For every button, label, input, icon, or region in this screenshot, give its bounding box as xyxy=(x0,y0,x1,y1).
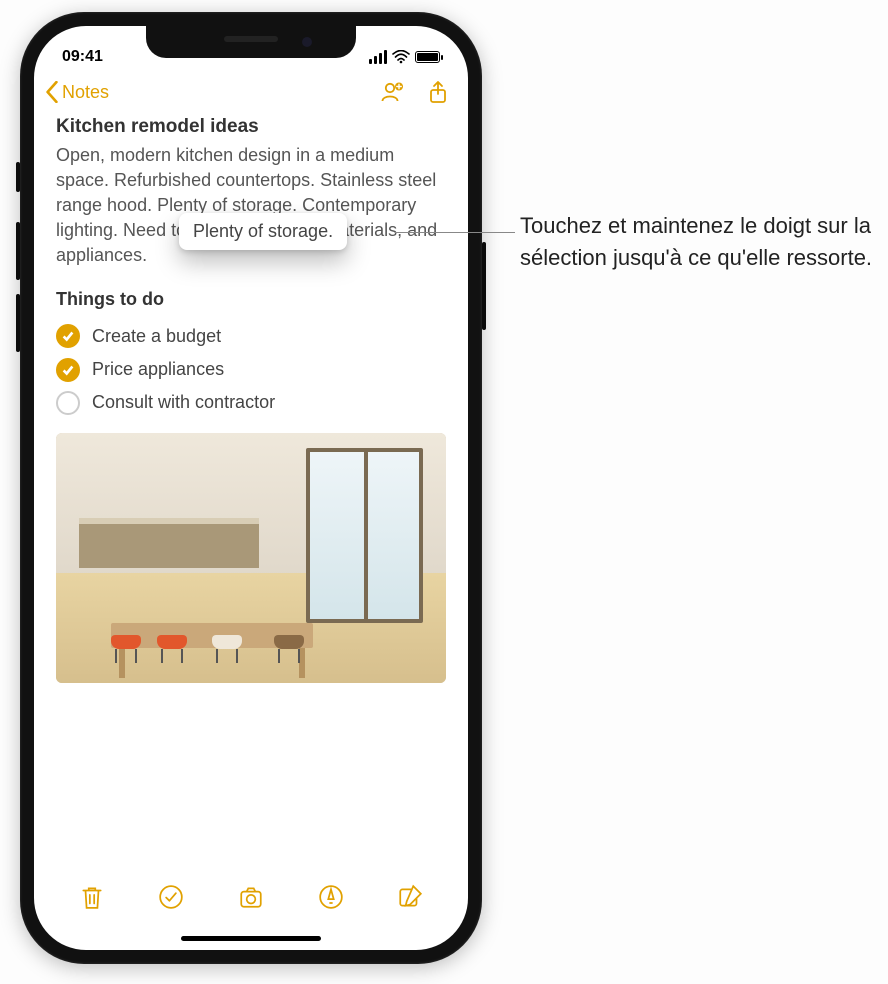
checkbox-checked-icon[interactable] xyxy=(56,324,80,348)
chevron-left-icon xyxy=(44,81,60,103)
screen: 09:41 Notes xyxy=(34,26,468,950)
todo-list: Create a budget Price appliances Consult… xyxy=(56,320,446,420)
callout-text: Touchez et maintenez le doigt sur la sél… xyxy=(520,210,875,274)
add-people-icon[interactable] xyxy=(380,80,404,104)
note-image[interactable] xyxy=(56,433,446,683)
cellular-icon xyxy=(369,50,387,64)
share-icon[interactable] xyxy=(426,80,450,104)
camera-icon[interactable] xyxy=(238,884,264,910)
battery-icon xyxy=(415,51,440,63)
todo-label: Consult with contractor xyxy=(92,390,275,415)
iphone-frame: 09:41 Notes xyxy=(20,12,482,964)
trash-icon[interactable] xyxy=(79,884,105,910)
power-button xyxy=(482,242,486,330)
checkbox-unchecked-icon[interactable] xyxy=(56,391,80,415)
markup-icon[interactable] xyxy=(318,884,344,910)
section-title: Things to do xyxy=(56,287,446,312)
checklist-icon[interactable] xyxy=(158,884,184,910)
home-indicator[interactable] xyxy=(181,936,321,941)
todo-label: Create a budget xyxy=(92,324,221,349)
status-time: 09:41 xyxy=(62,48,103,66)
lifted-selection[interactable]: Plenty of storage. xyxy=(179,213,347,250)
todo-label: Price appliances xyxy=(92,357,224,382)
back-button[interactable]: Notes xyxy=(44,81,109,103)
navigation-bar: Notes xyxy=(34,74,468,110)
callout-leader-line xyxy=(395,232,515,233)
back-label: Notes xyxy=(62,82,109,103)
note-content[interactable]: Kitchen remodel ideas Open, modern kitch… xyxy=(34,110,468,683)
volume-up-button xyxy=(16,222,20,280)
note-title: Kitchen remodel ideas xyxy=(56,114,446,141)
compose-icon[interactable] xyxy=(397,884,423,910)
lifted-text: Plenty of storage. xyxy=(193,221,333,241)
checkbox-checked-icon[interactable] xyxy=(56,358,80,382)
notch xyxy=(146,26,356,58)
volume-down-button xyxy=(16,294,20,352)
todo-item[interactable]: Create a budget xyxy=(56,320,446,353)
todo-item[interactable]: Price appliances xyxy=(56,353,446,386)
wifi-icon xyxy=(392,50,410,64)
mute-switch xyxy=(16,162,20,192)
todo-item[interactable]: Consult with contractor xyxy=(56,386,446,419)
